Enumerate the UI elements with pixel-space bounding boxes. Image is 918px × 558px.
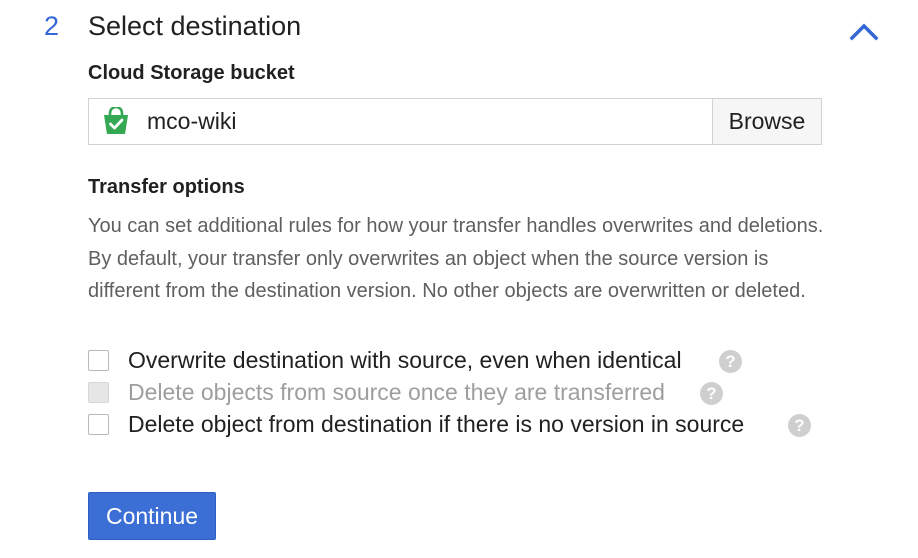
option-delete-source: Delete objects from source once they are… — [88, 379, 848, 409]
help-icon[interactable]: ? — [788, 414, 811, 437]
bucket-field-label: Cloud Storage bucket — [88, 62, 295, 84]
help-icon[interactable]: ? — [719, 350, 742, 373]
bucket-input[interactable] — [147, 99, 707, 144]
chevron-up-icon — [849, 23, 879, 41]
delete-destination-checkbox[interactable] — [88, 414, 109, 435]
transfer-options-title: Transfer options — [88, 176, 245, 198]
option-delete-destination: Delete object from destination if there … — [88, 411, 848, 441]
overwrite-label: Overwrite destination with source, even … — [128, 347, 682, 373]
step-title: Select destination — [88, 11, 302, 41]
bucket-icon — [104, 107, 128, 134]
bucket-field: Browse — [88, 98, 822, 145]
delete-source-checkbox — [88, 382, 109, 403]
delete-destination-label: Delete object from destination if there … — [128, 411, 745, 437]
delete-source-label: Delete objects from source once they are… — [128, 379, 665, 405]
option-overwrite: Overwrite destination with source, even … — [88, 347, 848, 377]
step-header: 2 Select destination — [0, 0, 918, 58]
help-icon[interactable]: ? — [700, 382, 723, 405]
browse-button[interactable]: Browse — [712, 99, 821, 144]
overwrite-checkbox[interactable] — [88, 350, 109, 371]
continue-button[interactable]: Continue — [88, 492, 216, 540]
step-number: 2 — [44, 11, 60, 41]
collapse-button[interactable] — [846, 14, 882, 48]
transfer-options-description: You can set additional rules for how you… — [88, 215, 824, 302]
